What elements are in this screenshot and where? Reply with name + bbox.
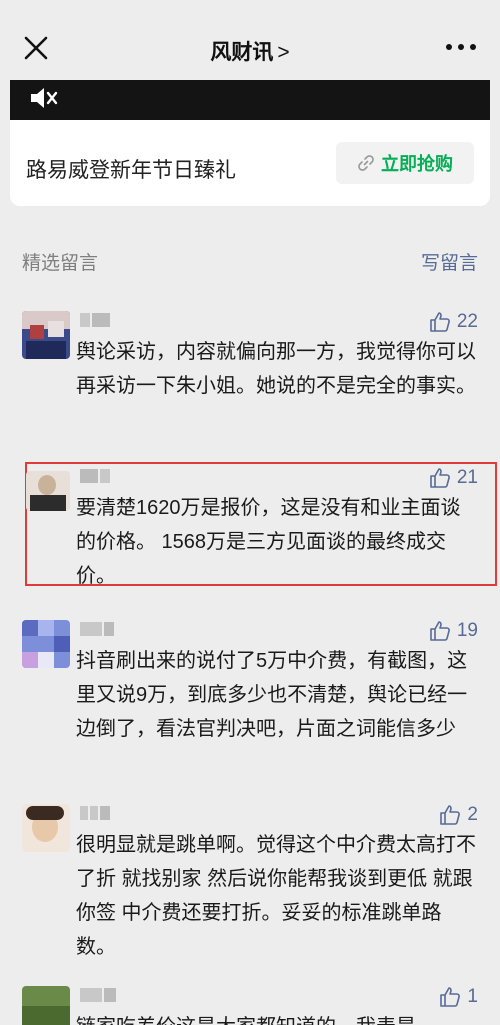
thumbs-up-icon: [430, 468, 450, 488]
thumbs-up-icon: [440, 987, 461, 1007]
like-button[interactable]: 19: [429, 620, 478, 642]
thumbs-up-icon: [430, 312, 450, 332]
avatar[interactable]: [22, 311, 70, 359]
comment-text: 链家吃差价这是大家都知道的，我表是: [76, 1010, 476, 1025]
like-count: 22: [456, 311, 478, 332]
comment-text: 抖音刷出来的说付了5万中介费，有截图，这里又说9万，到底多少也不清楚，舆论已经一…: [76, 650, 468, 740]
comment-text: 要清楚1620万是报价，这是没有和业主面谈的价格。 1568万是三方见面谈的最终…: [76, 497, 461, 587]
account-name[interactable]: 风财讯: [210, 41, 273, 64]
chevron-right-icon: >: [277, 41, 290, 64]
top-bar: 风财讯 >: [0, 0, 500, 80]
buy-now-label: 立即抢购: [381, 154, 453, 174]
nickname[interactable]: [80, 988, 120, 1004]
page-title[interactable]: 风财讯 >: [0, 36, 500, 66]
like-count: 21: [456, 467, 478, 488]
link-icon: [358, 155, 374, 171]
like-count: 2: [467, 804, 478, 825]
buy-now-button[interactable]: 立即抢购: [336, 142, 474, 184]
nickname[interactable]: [80, 469, 120, 485]
mute-icon[interactable]: [28, 84, 58, 112]
thumbs-up-icon: [440, 805, 461, 825]
like-count: 1: [467, 986, 478, 1007]
like-button[interactable]: 22: [429, 311, 478, 333]
like-button[interactable]: 2: [439, 804, 478, 826]
nickname[interactable]: [80, 622, 120, 638]
comment-text: 舆论采访，内容就偏向那一方，我觉得你可以再采访一下朱小姐。她说的不是完全的事实。: [76, 341, 476, 397]
comment-text: 很明显就是跳单啊。觉得这个中介费太高打不了折 就找别家 然后说你能帮我谈到更低 …: [76, 834, 476, 958]
nickname[interactable]: [80, 806, 120, 822]
featured-comments-label: 精选留言: [22, 253, 99, 274]
like-count: 19: [456, 620, 478, 641]
avatar[interactable]: [22, 620, 70, 668]
write-comment-link[interactable]: 写留言: [421, 248, 478, 275]
more-icon[interactable]: [446, 42, 476, 52]
like-button[interactable]: 1: [439, 986, 478, 1008]
avatar[interactable]: [26, 471, 70, 511]
like-button[interactable]: 21: [429, 467, 478, 489]
thumbs-up-icon: [430, 621, 450, 641]
nickname[interactable]: [80, 313, 120, 329]
product-card[interactable]: 路易威登新年节日臻礼 立即抢购: [10, 80, 490, 206]
avatar[interactable]: [22, 804, 70, 852]
video-player[interactable]: [10, 80, 490, 120]
avatar[interactable]: [22, 986, 70, 1025]
product-name: 路易威登新年节日臻礼: [26, 159, 236, 182]
